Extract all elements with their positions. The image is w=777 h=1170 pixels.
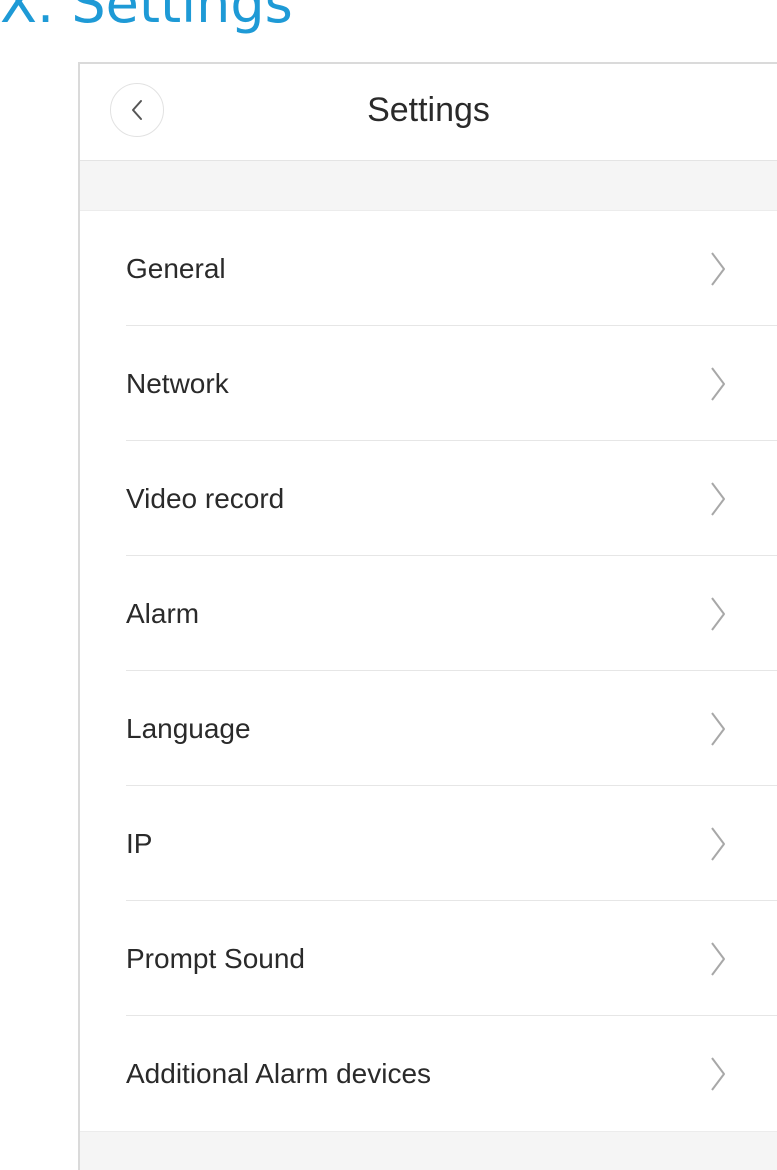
settings-menu: General Network Video record Alarm Langu…: [80, 211, 777, 1131]
phone-screen: Settings General Network Video record Al…: [78, 62, 777, 1170]
menu-item-label: Prompt Sound: [126, 942, 305, 974]
navigation-bar: Settings: [80, 64, 777, 161]
chevron-right-icon: [711, 596, 725, 631]
chevron-right-icon: [711, 481, 725, 516]
menu-item-video-record[interactable]: Video record: [80, 441, 777, 556]
menu-item-label: IP: [126, 827, 153, 859]
chevron-right-icon: [711, 826, 725, 861]
menu-item-label: Video record: [126, 482, 285, 514]
menu-item-label: General: [126, 252, 226, 284]
footer-spacer: [80, 1131, 777, 1170]
chevron-right-icon: [711, 941, 725, 976]
chevron-right-icon: [711, 366, 725, 401]
document-heading: X. Settings: [0, 0, 293, 35]
chevron-right-icon: [711, 711, 725, 746]
menu-item-network[interactable]: Network: [80, 326, 777, 441]
menu-item-language[interactable]: Language: [80, 671, 777, 786]
section-spacer: [80, 161, 777, 211]
menu-item-label: Alarm: [126, 597, 200, 629]
menu-item-label: Network: [126, 367, 229, 399]
menu-item-prompt-sound[interactable]: Prompt Sound: [80, 901, 777, 1016]
page: X. Settings Settings General Network Vid…: [0, 0, 777, 1170]
menu-item-label: Language: [126, 712, 251, 744]
menu-item-alarm[interactable]: Alarm: [80, 556, 777, 671]
page-title: Settings: [367, 91, 490, 129]
chevron-right-icon: [711, 1056, 725, 1091]
menu-item-additional-alarm-devices[interactable]: Additional Alarm devices: [80, 1016, 777, 1131]
menu-item-ip[interactable]: IP: [80, 786, 777, 901]
menu-item-label: Additional Alarm devices: [126, 1057, 432, 1089]
chevron-right-icon: [711, 251, 725, 286]
menu-item-general[interactable]: General: [80, 211, 777, 326]
